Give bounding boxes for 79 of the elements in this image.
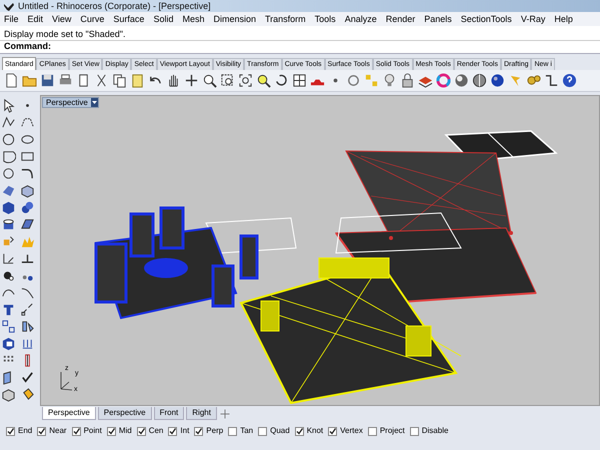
menu-item[interactable]: View (52, 14, 72, 24)
menu-item[interactable]: Solid (153, 14, 174, 24)
surface-icon[interactable] (1, 183, 16, 198)
checkbox[interactable] (368, 426, 377, 436)
osnap-checkbox[interactable]: Disable (410, 426, 448, 436)
zoom-icon[interactable] (202, 73, 217, 88)
polyline-icon[interactable] (1, 115, 16, 130)
spheres-icon[interactable] (20, 200, 35, 215)
osnap-checkbox[interactable]: Cen (136, 426, 164, 436)
help-icon[interactable] (562, 73, 577, 88)
osnap-checkbox[interactable]: Tan (228, 426, 254, 436)
menu-item[interactable]: Transform (265, 14, 306, 24)
circle-icon[interactable] (1, 132, 16, 147)
menu-item[interactable]: Panels (424, 14, 452, 24)
add-tab-icon[interactable] (218, 408, 231, 420)
menu-item[interactable]: Curve (80, 14, 104, 24)
menu-item[interactable]: Analyze (344, 14, 377, 24)
window-title: Untitled - Rhinoceros (Corporate) - [Perspective] (18, 2, 211, 10)
move-cross-icon[interactable] (184, 73, 199, 88)
rotate-view-icon[interactable] (274, 73, 289, 88)
menu-item[interactable]: Edit (28, 14, 44, 24)
checkbox[interactable] (72, 426, 81, 436)
copy-icon[interactable] (112, 73, 127, 88)
menu-item[interactable]: Render (386, 14, 416, 24)
menu-item[interactable]: Tools (314, 14, 336, 24)
osnap-checkbox[interactable]: Int (168, 426, 190, 436)
osnap-checkbox[interactable]: Project (368, 426, 405, 436)
osnap-checkbox[interactable]: Vertex (328, 426, 363, 436)
checkbox[interactable] (194, 426, 204, 436)
checkbox[interactable] (328, 426, 338, 436)
curve-icon[interactable] (20, 166, 35, 181)
osnap-checkbox[interactable]: Near (37, 426, 67, 436)
check-mark-icon[interactable] (20, 370, 35, 385)
checkbox[interactable] (228, 426, 238, 436)
grid-icon[interactable] (292, 73, 307, 88)
half-shaded-sphere-icon[interactable] (472, 73, 487, 88)
glossy-sphere-icon[interactable] (490, 73, 505, 88)
zoom-extents-icon[interactable] (238, 73, 253, 88)
shaded-sphere-icon[interactable] (454, 73, 469, 88)
color-wheel-icon[interactable] (436, 73, 451, 88)
checkbox[interactable] (6, 426, 15, 436)
checkbox[interactable] (136, 426, 146, 436)
menu-item[interactable]: Mesh (182, 14, 204, 24)
light-bulb-icon[interactable] (382, 73, 397, 88)
osnap-checkbox[interactable]: Quad (258, 426, 290, 436)
osnap-checkbox[interactable]: Knot (294, 426, 324, 436)
new-file-icon[interactable] (4, 73, 19, 88)
text-icon[interactable] (1, 302, 16, 317)
mirror-icon[interactable] (20, 319, 35, 334)
zoom-window-icon[interactable] (220, 73, 235, 88)
checkbox[interactable] (168, 426, 178, 436)
viewport-tab[interactable]: Perspective (42, 407, 96, 420)
osnap-checkbox[interactable]: End (6, 426, 32, 436)
checkbox[interactable] (294, 426, 304, 436)
command-prompt: Command: (4, 40, 51, 54)
viewport-tab[interactable]: Right (186, 407, 217, 420)
command-history: Display mode set to "Shaded". (3, 28, 126, 40)
osnap-checkbox[interactable]: Point (72, 426, 102, 436)
checkbox[interactable] (106, 426, 116, 436)
group-icon[interactable] (1, 319, 16, 334)
menu-item[interactable]: V-Ray (520, 14, 546, 24)
viewport-tab[interactable]: Front (154, 407, 184, 420)
clipboard-icon[interactable] (130, 73, 145, 88)
menu-item[interactable]: File (4, 14, 19, 24)
osnap-checkbox[interactable]: Perp (194, 426, 224, 436)
cylinder-icon[interactable] (1, 217, 16, 232)
checkbox[interactable] (37, 426, 46, 436)
arc-icon[interactable] (1, 149, 16, 164)
menu-item[interactable]: SectionTools (460, 14, 512, 24)
menu-item[interactable]: Surface (113, 14, 144, 24)
viewport-tab[interactable]: Perspective (98, 407, 152, 420)
checkbox[interactable] (258, 426, 268, 436)
menu-item[interactable]: Dimension (213, 14, 256, 24)
dropdown-icon[interactable] (90, 98, 98, 107)
lock-icon[interactable] (400, 73, 415, 88)
zoom-selected-icon[interactable] (256, 73, 271, 88)
checkbox[interactable] (410, 426, 419, 436)
menu-item[interactable]: Help (554, 14, 573, 24)
osnap-checkbox[interactable]: Mid (106, 426, 132, 436)
